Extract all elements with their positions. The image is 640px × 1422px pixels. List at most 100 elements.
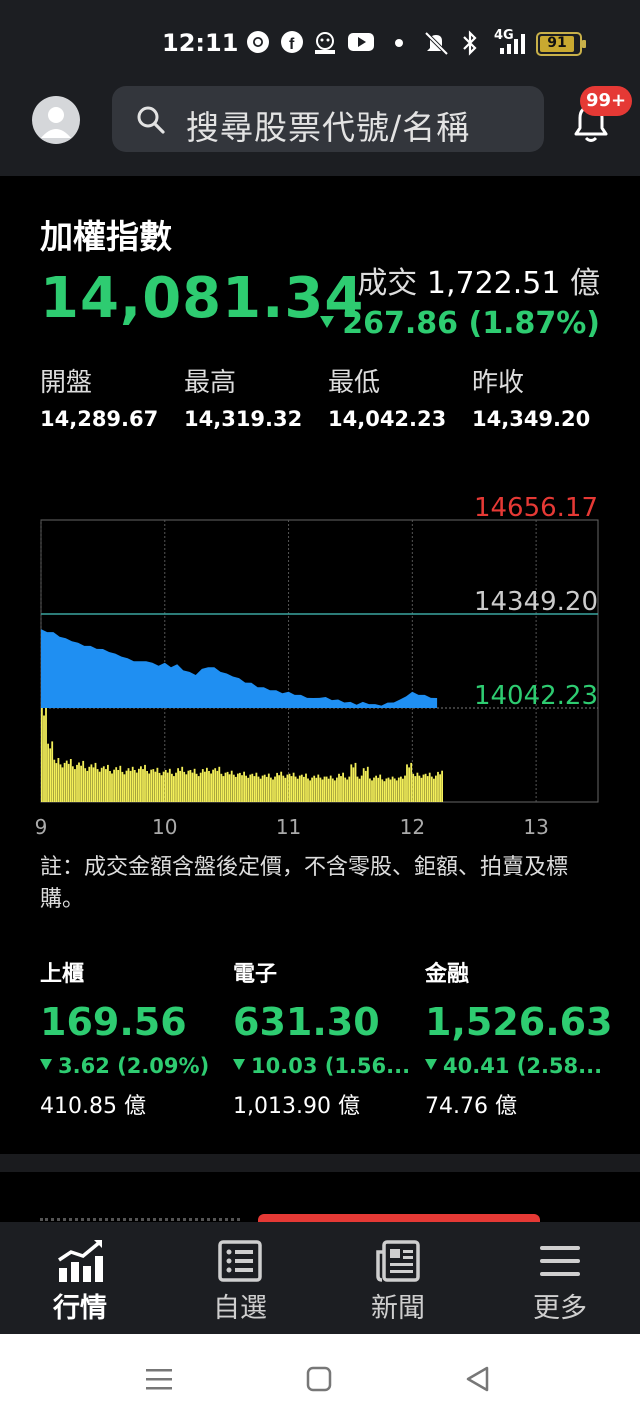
tile-change: 40.41 (2.58...: [425, 1054, 605, 1078]
volume-bar: [333, 780, 336, 802]
volume-bar: [397, 777, 400, 802]
nav-label: 行情: [53, 1293, 107, 1324]
volume-bar: [414, 776, 417, 802]
volume-bar: [366, 766, 369, 802]
stat-value: 14,319.32: [184, 407, 303, 431]
back-icon[interactable]: [464, 1365, 492, 1393]
tile-electronics[interactable]: 電子 631.30 10.03 (1.56... 1,013.90 億: [233, 956, 423, 1120]
tile-finance[interactable]: 金融 1,526.63 40.41 (2.58... 74.76 億: [425, 956, 615, 1120]
volume-bar: [259, 778, 262, 802]
volume-bar: [113, 769, 115, 802]
volume-bar: [267, 773, 270, 802]
volume-bar: [127, 768, 130, 802]
volume-bar: [179, 770, 181, 802]
tile-otc[interactable]: 上櫃 169.56 3.62 (2.09%) 410.85 億: [40, 956, 230, 1120]
volume-bar: [152, 769, 155, 802]
volume-bar: [49, 748, 52, 802]
battery-icon: 91: [536, 32, 586, 56]
volume-bar: [257, 776, 260, 802]
volume-bar: [430, 776, 433, 802]
avatar[interactable]: [32, 96, 80, 144]
volume-bar: [263, 774, 266, 802]
down-arrow-icon: [233, 1058, 245, 1070]
volume-bar: [247, 777, 250, 802]
volume-bar: [98, 771, 101, 802]
volume-bar: [232, 774, 235, 802]
volume-bar: [435, 775, 437, 802]
volume-bar: [400, 776, 402, 802]
volume-bar: [428, 772, 431, 802]
x-tick-label: 9: [35, 815, 48, 839]
volume-bar: [129, 770, 132, 802]
volume-bar: [199, 772, 202, 802]
volume-bar: [418, 775, 421, 802]
volume-bar: [138, 768, 140, 802]
volume-bar: [319, 777, 322, 802]
volume-bar: [373, 777, 375, 802]
volume-bar: [311, 777, 313, 802]
facebook-icon: f: [281, 31, 303, 53]
intraday-chart[interactable]: 14656.17 14349.20 14042.23 9 10 11 12 13: [0, 480, 640, 840]
volume-bar: [276, 772, 278, 802]
volume-bar: [117, 770, 120, 802]
volume-bar: [144, 764, 146, 802]
volume-bar: [393, 778, 396, 802]
volume-bar: [230, 770, 233, 802]
volume-bar: [358, 778, 361, 802]
list-icon: [218, 1240, 262, 1282]
tile-change: 10.03 (1.56...: [233, 1054, 413, 1078]
volume-bar: [119, 765, 122, 802]
volume-bar: [189, 770, 192, 802]
menu-icon: [540, 1246, 580, 1276]
nav-watchlist[interactable]: 自選: [160, 1222, 320, 1334]
stat-value: 14,289.67: [40, 407, 159, 431]
volume-bar: [406, 764, 408, 802]
volume-bar: [94, 762, 97, 802]
nav-label: 更多: [533, 1293, 587, 1324]
svg-text:f: f: [289, 36, 295, 53]
volume-bar: [218, 766, 221, 802]
volume-bar: [140, 766, 142, 802]
volume-bar: [369, 778, 371, 802]
volume-bar: [278, 775, 280, 802]
volume-bar: [404, 775, 406, 802]
volume-bar: [115, 767, 118, 802]
volume-bar: [69, 759, 72, 802]
volume-label: 成交: [357, 266, 418, 301]
gomaji-icon: [315, 32, 335, 54]
stat-label: 昨收: [472, 368, 525, 398]
home-icon[interactable]: [305, 1365, 333, 1393]
volume-bar: [245, 775, 247, 802]
volume-bar: [410, 762, 413, 802]
x-tick-label: 11: [276, 815, 301, 839]
volume-bar: [290, 776, 293, 802]
volume-bar: [107, 764, 109, 802]
volume-bar: [441, 770, 443, 802]
volume-bar: [387, 777, 390, 802]
volume-bar: [160, 775, 163, 802]
tile-name: 電子: [233, 962, 278, 987]
nav-market[interactable]: 行情: [0, 1222, 160, 1334]
disclaimer-note: 註：成交金額含盤後定價，不含零股、鉅額、拍賣及標購。: [40, 855, 569, 912]
volume-bar: [420, 777, 423, 802]
volume-bar: [253, 776, 256, 802]
volume-bar: [352, 767, 355, 802]
volume-bar: [82, 760, 85, 802]
volume-bar: [321, 779, 324, 802]
volume-bar: [329, 775, 332, 802]
tile-change-value: 10.03 (1.56...: [251, 1054, 411, 1078]
nav-more[interactable]: 更多: [480, 1222, 640, 1334]
volume-bar: [45, 708, 47, 802]
stat-label: 最高: [184, 368, 237, 398]
stat-open: 開盤 14,289.67: [40, 362, 180, 431]
volume-bar: [80, 765, 82, 802]
volume-bar: [395, 780, 398, 802]
nav-news[interactable]: 新聞: [318, 1222, 478, 1334]
volume-bar: [162, 771, 165, 802]
volume-bar: [389, 779, 392, 802]
volume-bar: [74, 769, 76, 802]
volume-bar: [222, 776, 225, 802]
recents-icon[interactable]: [144, 1366, 174, 1392]
search-bar[interactable]: 搜尋股票代號/名稱: [112, 86, 544, 152]
battery-level: 91: [547, 35, 567, 51]
